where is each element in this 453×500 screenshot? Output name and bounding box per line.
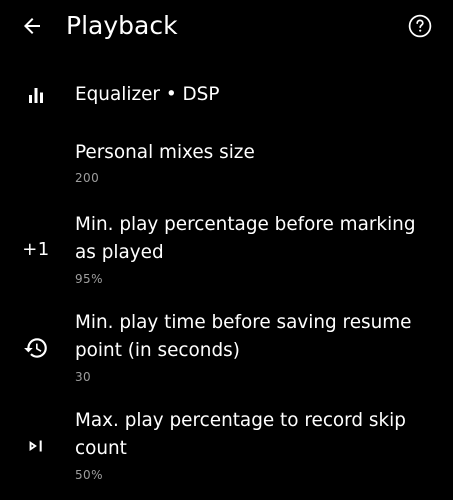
pref-title-line-1: Min. play time before saving resume [75,312,412,333]
pref-summary: 95% [75,272,103,286]
plus-one-label: +1 [22,239,50,260]
back-button[interactable] [14,8,50,44]
pref-title-line-1: Min. play percentage before marking [75,214,416,235]
skip-next-icon [20,430,52,462]
pref-summary: 50% [75,468,103,482]
pref-title-line-2: count [75,438,127,459]
page-title: Playback [66,11,178,40]
pref-item-min-play-percentage[interactable]: +1 Min. play percentage before marking a… [0,208,453,292]
pref-title: Equalizer • DSP [75,84,220,105]
pref-title-line-2: as played [75,242,164,263]
pref-item-equalizer[interactable]: Equalizer • DSP [0,72,453,120]
help-circle-icon [408,14,432,38]
pref-item-personal-mixes-size[interactable]: Personal mixes size 200 [0,136,453,192]
arrow-left-icon [24,18,40,34]
pref-item-max-play-percentage-skip[interactable]: Max. play percentage to record skip coun… [0,404,453,488]
history-icon [20,332,52,364]
pref-title: Personal mixes size [75,142,255,163]
pref-title-line-1: Max. play percentage to record skip [75,410,406,431]
pref-item-min-play-time-resume[interactable]: Min. play time before saving resume poin… [0,306,453,390]
pref-summary: 200 [75,171,100,185]
pref-summary: 30 [75,370,92,384]
pref-title-line-2: point (in seconds) [75,340,240,361]
equalizer-icon [20,79,52,111]
help-button[interactable] [402,8,438,44]
plus-one-icon: +1 [20,234,52,266]
top-app-bar: Playback [0,0,453,52]
